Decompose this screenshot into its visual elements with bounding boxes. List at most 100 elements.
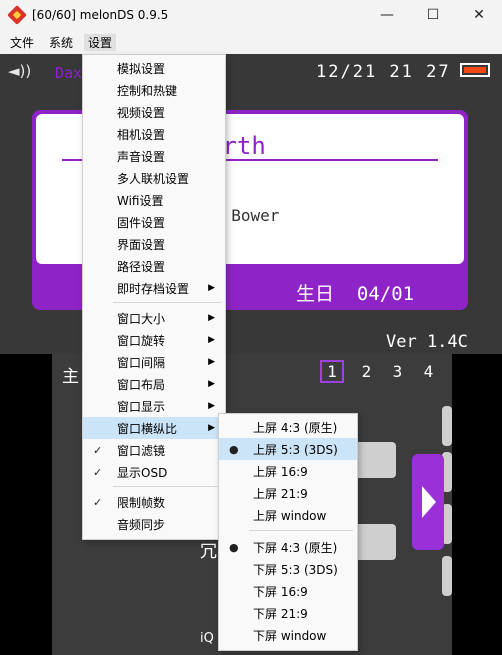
ds-button[interactable] bbox=[354, 524, 396, 560]
bottom-screen-footer: iQ bbox=[200, 631, 214, 646]
firmware-version: Ver 1.4C bbox=[386, 332, 468, 352]
submenu-item-bottom-16-9[interactable]: 下屏 16:9 bbox=[219, 580, 357, 602]
ds-button[interactable] bbox=[354, 442, 396, 478]
submenu-arrow-icon: ▶ bbox=[208, 357, 215, 367]
submenu-item-label: 上屏 16:9 bbox=[253, 464, 308, 479]
menu-item-label: 路径设置 bbox=[117, 259, 166, 274]
menu-item-show-osd[interactable]: ✓ 显示OSD bbox=[83, 461, 225, 483]
menu-item-window-gap[interactable]: 窗口间隔 ▶ bbox=[83, 351, 225, 373]
menu-item-label: 显示OSD bbox=[117, 465, 168, 480]
menu-separator bbox=[113, 486, 221, 487]
menu-item-wifi[interactable]: Wifi设置 bbox=[83, 189, 225, 211]
menu-item-label: 声音设置 bbox=[117, 149, 166, 164]
menu-bar: 文件 系统 设置 bbox=[0, 30, 502, 54]
menu-item-label: 多人联机设置 bbox=[117, 171, 190, 186]
menu-item-label: 界面设置 bbox=[117, 237, 166, 252]
menu-item-label: 窗口大小 bbox=[117, 311, 166, 326]
menu-item-input-hotkeys[interactable]: 控制和热键 bbox=[83, 79, 225, 101]
menu-item-window-filter[interactable]: ✓ 窗口滤镜 bbox=[83, 439, 225, 461]
page-2[interactable]: 2 bbox=[351, 362, 382, 381]
menu-item-label: 视频设置 bbox=[117, 105, 166, 120]
menu-item-audio[interactable]: 声音设置 bbox=[83, 145, 225, 167]
menu-file[interactable]: 文件 bbox=[10, 34, 34, 51]
bottom-screen-title: 主 bbox=[62, 367, 79, 387]
menu-item-label: 模拟设置 bbox=[117, 61, 166, 76]
window-title: [60/60] melonDS 0.9.5 bbox=[32, 8, 169, 22]
maximize-icon[interactable]: ☐ bbox=[410, 0, 456, 30]
menu-item-label: 窗口滤镜 bbox=[117, 443, 166, 458]
submenu-arrow-icon: ▶ bbox=[208, 283, 215, 293]
page-4[interactable]: 4 bbox=[413, 362, 444, 381]
menu-item-label: Wifi设置 bbox=[117, 193, 164, 208]
user-name: Dax bbox=[55, 64, 83, 82]
submenu-item-bottom-4-3[interactable]: ● 下屏 4:3 (原生) bbox=[219, 536, 357, 558]
radio-dot-icon: ● bbox=[229, 540, 239, 554]
submenu-item-top-5-3[interactable]: ● 上屏 5:3 (3DS) bbox=[219, 438, 357, 460]
menu-item-window-size[interactable]: 窗口大小 ▶ bbox=[83, 307, 225, 329]
minimize-icon[interactable]: — bbox=[364, 0, 410, 30]
next-arrow-button[interactable] bbox=[412, 454, 444, 550]
menu-settings[interactable]: 设置 bbox=[84, 34, 117, 51]
menu-item-label: 即时存档设置 bbox=[117, 281, 190, 296]
menu-item-aspect-ratio[interactable]: 窗口横纵比 ▶ bbox=[83, 417, 225, 439]
submenu-arrow-icon: ▶ bbox=[208, 401, 215, 411]
submenu-item-top-window[interactable]: 上屏 window bbox=[219, 504, 357, 526]
menu-item-label: 窗口显示 bbox=[117, 399, 166, 414]
menu-item-emulation[interactable]: 模拟设置 bbox=[83, 57, 225, 79]
close-icon[interactable]: ✕ bbox=[456, 0, 502, 30]
submenu-item-top-4-3[interactable]: 上屏 4:3 (原生) bbox=[219, 416, 357, 438]
menu-system[interactable]: 系统 bbox=[49, 34, 73, 51]
settings-menu: 模拟设置 控制和热键 视频设置 相机设置 声音设置 多人联机设置 Wifi设置 … bbox=[82, 54, 226, 540]
ds-button[interactable] bbox=[442, 556, 452, 596]
menu-item-firmware[interactable]: 固件设置 bbox=[83, 211, 225, 233]
bottom-screen-text: 冗 bbox=[200, 542, 217, 562]
menu-item-paths[interactable]: 路径设置 bbox=[83, 255, 225, 277]
page-1[interactable]: 1 bbox=[320, 360, 344, 383]
submenu-item-bottom-21-9[interactable]: 下屏 21:9 bbox=[219, 602, 357, 624]
menu-item-label: 固件设置 bbox=[117, 215, 166, 230]
submenu-item-label: 上屏 4:3 (原生) bbox=[253, 420, 338, 435]
birthday-label: 生日 bbox=[296, 283, 335, 305]
submenu-arrow-icon: ▶ bbox=[208, 335, 215, 345]
speaker-icon: ◄)) bbox=[8, 62, 32, 80]
submenu-item-label: 下屏 21:9 bbox=[253, 606, 308, 621]
submenu-arrow-icon: ▶ bbox=[208, 423, 215, 433]
menu-item-limit-framerate[interactable]: ✓ 限制帧数 bbox=[83, 491, 225, 513]
submenu-item-label: 下屏 16:9 bbox=[253, 584, 308, 599]
menu-item-multiplayer[interactable]: 多人联机设置 bbox=[83, 167, 225, 189]
submenu-arrow-icon: ▶ bbox=[208, 379, 215, 389]
ds-button[interactable] bbox=[442, 406, 452, 446]
top-screen: ◄)) Dax 12/21 21 27 arth g Bower 生日 04/0… bbox=[0, 54, 502, 354]
aspect-ratio-submenu: 上屏 4:3 (原生) ● 上屏 5:3 (3DS) 上屏 16:9 上屏 21:… bbox=[218, 413, 358, 651]
menu-item-label: 控制和热键 bbox=[117, 83, 178, 98]
submenu-item-label: 下屏 window bbox=[253, 628, 327, 643]
submenu-item-bottom-window[interactable]: 下屏 window bbox=[219, 624, 357, 646]
menu-item-window-layout[interactable]: 窗口布局 ▶ bbox=[83, 373, 225, 395]
birthday: 生日 04/01 bbox=[296, 279, 414, 306]
submenu-item-bottom-5-3[interactable]: 下屏 5:3 (3DS) bbox=[219, 558, 357, 580]
menu-item-audio-sync[interactable]: 音频同步 bbox=[83, 513, 225, 535]
menu-item-label: 相机设置 bbox=[117, 127, 166, 142]
title-bar: [60/60] melonDS 0.9.5 — ☐ ✕ bbox=[0, 0, 502, 30]
menu-item-label: 窗口旋转 bbox=[117, 333, 166, 348]
checkmark-icon: ✓ bbox=[93, 495, 103, 509]
submenu-item-label: 上屏 window bbox=[253, 508, 327, 523]
menu-separator bbox=[113, 302, 221, 303]
menu-item-window-rotation[interactable]: 窗口旋转 ▶ bbox=[83, 329, 225, 351]
menu-item-label: 窗口横纵比 bbox=[117, 421, 178, 436]
page-3[interactable]: 3 bbox=[382, 362, 413, 381]
menu-item-camera[interactable]: 相机设置 bbox=[83, 123, 225, 145]
submenu-item-top-21-9[interactable]: 上屏 21:9 bbox=[219, 482, 357, 504]
menu-item-video[interactable]: 视频设置 bbox=[83, 101, 225, 123]
battery-icon bbox=[460, 63, 490, 77]
checkmark-icon: ✓ bbox=[93, 465, 103, 479]
submenu-item-top-16-9[interactable]: 上屏 16:9 bbox=[219, 460, 357, 482]
menu-item-interface[interactable]: 界面设置 bbox=[83, 233, 225, 255]
menu-item-window-display[interactable]: 窗口显示 ▶ bbox=[83, 395, 225, 417]
submenu-arrow-icon: ▶ bbox=[208, 313, 215, 323]
submenu-item-label: 下屏 5:3 (3DS) bbox=[253, 562, 338, 577]
clock: 12/21 21 27 bbox=[316, 62, 451, 82]
page-selector: 1234 bbox=[320, 360, 444, 383]
menu-item-savestates[interactable]: 即时存档设置 ▶ bbox=[83, 277, 225, 299]
submenu-item-label: 下屏 4:3 (原生) bbox=[253, 540, 338, 555]
